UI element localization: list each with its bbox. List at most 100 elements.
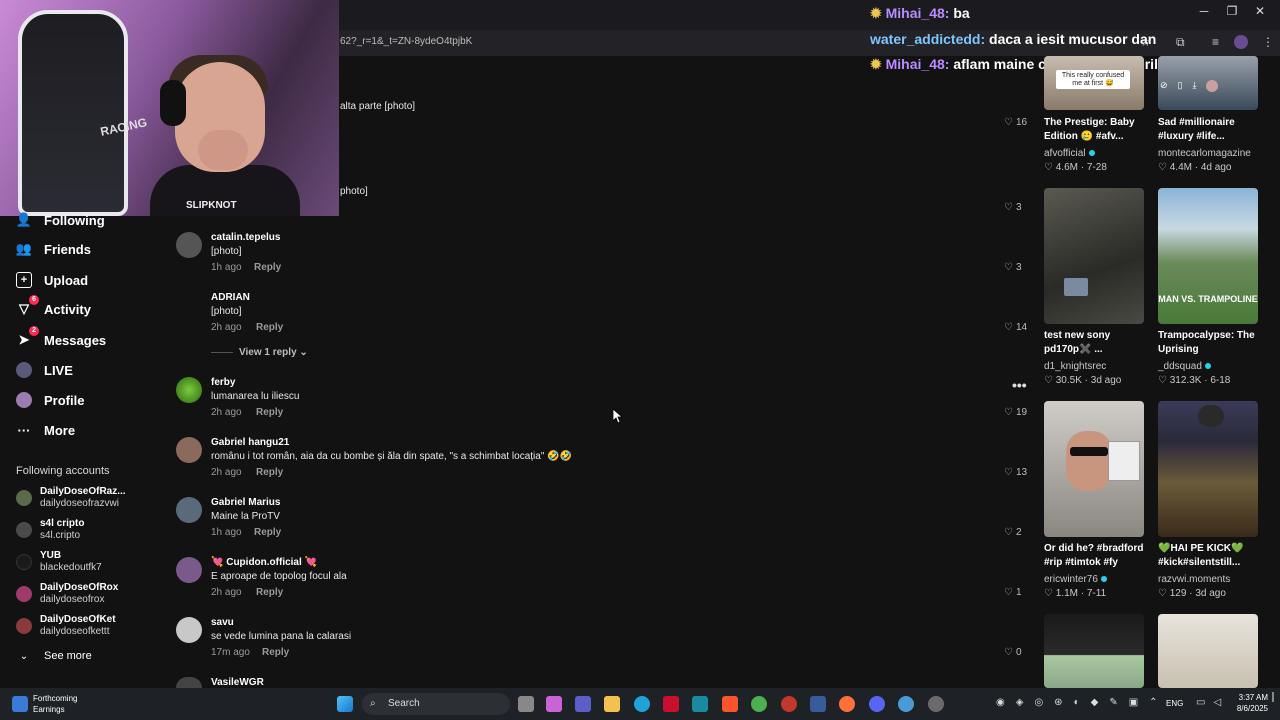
reply-button[interactable]: Reply bbox=[254, 262, 281, 273]
store-icon[interactable] bbox=[692, 696, 708, 712]
reply-button[interactable]: Reply bbox=[254, 527, 281, 538]
reply-button[interactable]: Reply bbox=[256, 322, 283, 333]
video-author[interactable]: afvofficial bbox=[1044, 148, 1095, 159]
video-title[interactable]: 💚HAI PE KICK💚 #kick#silentstill... bbox=[1158, 542, 1268, 570]
like-button[interactable]: ♡ 14 bbox=[1004, 322, 1027, 333]
video-author[interactable]: razvwi.moments bbox=[1158, 574, 1230, 585]
teams-icon[interactable] bbox=[575, 696, 591, 712]
video-thumbnail[interactable]: ⊘ ▯ ⤓ bbox=[1158, 56, 1258, 110]
video-thumbnail[interactable] bbox=[1158, 614, 1258, 688]
comment-username[interactable]: Gabriel hangu21 bbox=[211, 437, 289, 448]
sidebar-item-live[interactable]: LIVE bbox=[16, 362, 73, 378]
video-thumbnail[interactable] bbox=[1044, 401, 1144, 537]
tray-icon[interactable]: ◈ bbox=[1016, 697, 1024, 708]
url-text[interactable]: 62?_r=1&_t=ZN-8ydeO4tpjbK bbox=[340, 36, 472, 47]
netflix-icon[interactable] bbox=[663, 696, 679, 712]
video-thumbnail[interactable] bbox=[1044, 614, 1144, 688]
like-button[interactable]: ♡ 16 bbox=[1004, 117, 1027, 128]
chrome-active-icon[interactable] bbox=[898, 696, 914, 712]
restore-icon[interactable]: ❐ bbox=[1222, 4, 1242, 18]
opera-icon[interactable] bbox=[781, 696, 797, 712]
extensions-icon[interactable]: ⧉ bbox=[1176, 35, 1185, 50]
avatar[interactable] bbox=[176, 557, 202, 583]
network-icon[interactable]: ▭ bbox=[1196, 697, 1205, 708]
tray-icon[interactable]: ⊛ bbox=[1054, 697, 1062, 708]
video-author[interactable]: d1_knightsrec bbox=[1044, 361, 1106, 372]
menu-icon[interactable]: ⋮ bbox=[1262, 35, 1274, 49]
edge-icon[interactable] bbox=[634, 696, 650, 712]
sidebar-item-friends[interactable]: 👥 Friends bbox=[16, 241, 91, 257]
app-l-icon[interactable] bbox=[810, 696, 826, 712]
like-button[interactable]: ♡ 2 bbox=[1004, 527, 1022, 538]
following-account[interactable]: YUB blackedoutfk7 bbox=[16, 550, 102, 574]
sidebar-item-messages[interactable]: ➤ 2 Messages bbox=[16, 326, 106, 348]
chevron-up-icon[interactable]: ⌃ bbox=[1149, 697, 1157, 708]
link-icon[interactable]: ⊘ bbox=[1160, 80, 1168, 92]
view-replies-button[interactable]: View 1 reply ⌄ bbox=[211, 347, 308, 358]
windows-start-icon[interactable] bbox=[337, 696, 353, 712]
clock[interactable]: 3:37 AM 8/6/2025 bbox=[1228, 692, 1268, 714]
tray-icon[interactable]: ◎ bbox=[1034, 697, 1043, 708]
comment-username[interactable]: savu bbox=[211, 617, 234, 628]
minimize-icon[interactable]: ─ bbox=[1194, 4, 1214, 18]
video-author[interactable]: montecarlomagazine bbox=[1158, 148, 1251, 159]
show-desktop-button[interactable] bbox=[1272, 692, 1274, 702]
reply-button[interactable]: Reply bbox=[256, 467, 283, 478]
sidebar-item-following[interactable]: 👤 Following bbox=[16, 212, 105, 228]
weather-icon[interactable] bbox=[12, 696, 28, 712]
reply-button[interactable]: Reply bbox=[256, 587, 283, 598]
avatar[interactable] bbox=[176, 377, 202, 403]
profile-avatar[interactable] bbox=[1234, 35, 1248, 49]
video-title[interactable]: Or did he? #bradford #rip #timtok #fy bbox=[1044, 542, 1154, 570]
comment-username[interactable]: ADRIAN bbox=[211, 292, 250, 303]
file-explorer-icon[interactable] bbox=[604, 696, 620, 712]
tray-icon[interactable]: ◆ bbox=[1091, 697, 1099, 708]
comment-username[interactable]: 💘 Cupidon.official 💘 bbox=[211, 557, 317, 568]
reply-button[interactable]: Reply bbox=[256, 407, 283, 418]
sidebar-item-activity[interactable]: ▽ 6 Activity bbox=[16, 295, 91, 317]
comment-username[interactable]: VasileWGR bbox=[211, 677, 264, 688]
following-account[interactable]: DailyDoseOfRox dailydoseofrox bbox=[16, 582, 118, 606]
video-thumbnail[interactable]: This really confused me at first 😅 bbox=[1044, 56, 1144, 110]
avatar-icon[interactable] bbox=[1206, 80, 1219, 92]
video-title[interactable]: test new sony pd170p✖️ ... bbox=[1044, 329, 1154, 357]
following-account[interactable]: s4l cripto s4l.cripto bbox=[16, 518, 84, 542]
language-indicator[interactable]: ENG bbox=[1166, 699, 1183, 708]
like-button[interactable]: ♡ 19 bbox=[1004, 407, 1027, 418]
copilot-icon[interactable] bbox=[546, 696, 562, 712]
weather-widget[interactable]: Forthcoming Earnings bbox=[33, 693, 77, 715]
like-button[interactable]: ♡ 3 bbox=[1004, 202, 1022, 213]
video-author[interactable]: _ddsquad bbox=[1158, 361, 1211, 372]
tray-icon[interactable]: ◐ bbox=[1074, 697, 1080, 708]
video-title[interactable]: Trampocalypse: The Uprising bbox=[1158, 329, 1268, 357]
see-more-button[interactable]: ⌄ See more bbox=[16, 648, 92, 664]
comment-username[interactable]: catalin.tepelus bbox=[211, 232, 280, 243]
sidebar-item-profile[interactable]: Profile bbox=[16, 392, 84, 408]
following-account[interactable]: DailyDoseOfRaz... dailydoseofrazvwi bbox=[16, 486, 126, 510]
video-thumbnail[interactable] bbox=[1044, 188, 1144, 324]
sidebar-item-more[interactable]: ··· More bbox=[16, 422, 76, 438]
tray-icon[interactable]: ▣ bbox=[1129, 697, 1138, 708]
video-title[interactable]: Sad #millionaire #luxury #life... bbox=[1158, 116, 1268, 144]
avatar[interactable] bbox=[176, 232, 202, 258]
more-options-icon[interactable]: ••• bbox=[1012, 377, 1027, 393]
download-icon[interactable]: ⤓ bbox=[1193, 80, 1197, 92]
tray-icon[interactable]: ✎ bbox=[1109, 697, 1117, 708]
avatar[interactable] bbox=[176, 437, 202, 463]
taskbar-search[interactable]: ⌕ Search bbox=[362, 693, 510, 715]
video-author[interactable]: ericwinter76 bbox=[1044, 574, 1107, 585]
system-tray[interactable]: ◉ ◈ ◎ ⊛ ◐ ◆ ✎ ▣ ⌃ bbox=[996, 697, 1158, 708]
tabs-icon[interactable]: ≡ bbox=[1212, 35, 1219, 49]
sidebar-item-upload[interactable]: + Upload bbox=[16, 272, 88, 288]
like-button[interactable]: ♡ 0 bbox=[1004, 647, 1022, 658]
comment-username[interactable]: ferby bbox=[211, 377, 235, 388]
avatar[interactable] bbox=[176, 497, 202, 523]
brave-icon[interactable] bbox=[722, 696, 738, 712]
close-icon[interactable]: ✕ bbox=[1250, 4, 1270, 18]
avatar[interactable] bbox=[176, 617, 202, 643]
like-button[interactable]: ♡ 1 bbox=[1004, 587, 1022, 598]
avatar[interactable] bbox=[176, 677, 202, 688]
firefox-icon[interactable] bbox=[839, 696, 855, 712]
volume-icon[interactable]: ◁ bbox=[1213, 697, 1221, 708]
reply-button[interactable]: Reply bbox=[262, 647, 289, 658]
